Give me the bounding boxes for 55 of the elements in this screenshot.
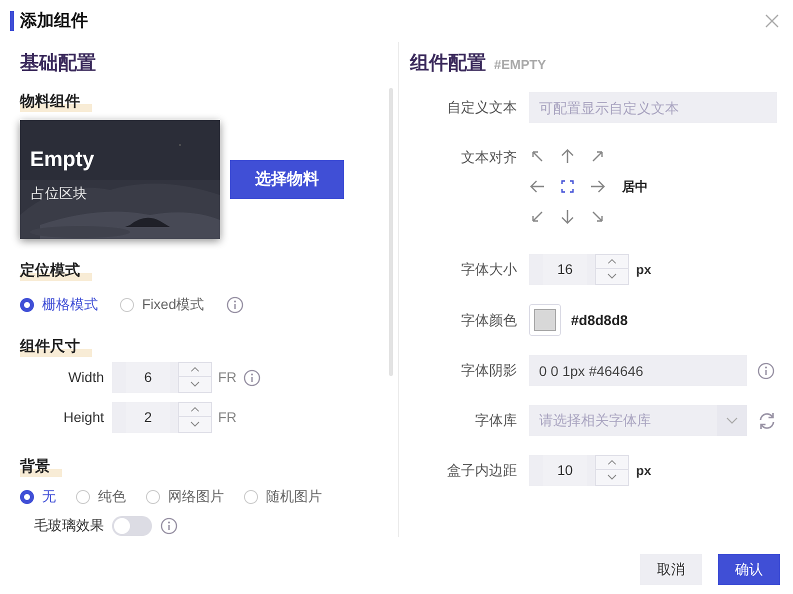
arrow-right-icon[interactable] bbox=[589, 178, 606, 195]
unit-label: FR bbox=[218, 368, 237, 387]
arrow-left-icon[interactable] bbox=[529, 178, 546, 195]
color-value: #d8d8d8 bbox=[571, 310, 628, 330]
color-picker[interactable] bbox=[529, 304, 561, 336]
confirm-button[interactable]: 确认 bbox=[718, 554, 780, 585]
field-label: 字体库 bbox=[474, 411, 517, 430]
section-heading: 基础配置 bbox=[20, 52, 97, 76]
number-field[interactable]: 6 bbox=[112, 362, 212, 393]
field-label: 盒子内边距 bbox=[446, 461, 517, 480]
close-icon[interactable] bbox=[765, 14, 779, 28]
info-icon[interactable] bbox=[226, 296, 244, 314]
section-label: 组件尺寸 bbox=[20, 337, 92, 357]
field-label: 字体大小 bbox=[460, 260, 517, 279]
refresh-icon[interactable] bbox=[757, 410, 777, 430]
field-label: Height bbox=[62, 408, 105, 427]
radio-option[interactable]: 栅格模式 bbox=[20, 294, 98, 315]
dialog-title: 添加组件 bbox=[10, 11, 88, 31]
radio-option[interactable]: 纯色 bbox=[76, 486, 126, 507]
radio-option[interactable]: 网络图片 bbox=[146, 486, 224, 507]
section-heading: 组件配置 bbox=[410, 52, 486, 76]
arrow-down-icon[interactable] bbox=[559, 208, 576, 225]
text-input-field[interactable]: 可配置显示自定义文本 bbox=[529, 92, 777, 123]
info-icon[interactable] bbox=[757, 362, 775, 380]
radio-option[interactable]: Fixed模式 bbox=[120, 294, 204, 315]
info-icon[interactable] bbox=[242, 368, 261, 386]
section-label: 定位模式 bbox=[20, 261, 92, 281]
field-label: 文本对齐 bbox=[460, 148, 517, 167]
toggle-label: 毛玻璃效果 bbox=[34, 516, 104, 535]
radio-option[interactable]: 随机图片 bbox=[244, 486, 322, 507]
toggle-switch[interactable] bbox=[112, 516, 152, 536]
section-label: 背景 bbox=[20, 457, 62, 477]
card-subtitle: 占位区块 bbox=[31, 184, 87, 203]
text-input-field[interactable]: 0 0 1px #464646 bbox=[529, 355, 747, 386]
number-field[interactable]: 10 bbox=[529, 455, 629, 486]
unit-label: FR bbox=[218, 408, 237, 427]
number-field[interactable]: 2 bbox=[112, 402, 212, 433]
radio-option[interactable]: 无 bbox=[20, 486, 56, 507]
center-frame-icon[interactable] bbox=[559, 178, 576, 195]
number-field[interactable]: 16 bbox=[529, 254, 629, 285]
component-tag: #EMPTY bbox=[494, 55, 546, 74]
section-label: 物料组件 bbox=[20, 92, 92, 112]
alignment-value: 居中 bbox=[622, 178, 648, 196]
field-label: Width bbox=[67, 368, 105, 387]
arrow-up-icon[interactable] bbox=[559, 148, 576, 165]
card-title: Empty bbox=[30, 147, 94, 173]
field-label: 自定义文本 bbox=[446, 98, 517, 117]
field-label: 字体颜色 bbox=[460, 310, 517, 330]
info-icon[interactable] bbox=[160, 516, 178, 534]
field-label: 字体阴影 bbox=[460, 361, 517, 380]
select-material-button[interactable]: 选择物料 bbox=[230, 160, 344, 199]
cancel-button[interactable]: 取消 bbox=[640, 554, 702, 585]
unit-label: px bbox=[636, 260, 652, 279]
material-card[interactable]: Empty 占位区块 bbox=[20, 120, 220, 239]
unit-label: px bbox=[636, 462, 652, 480]
